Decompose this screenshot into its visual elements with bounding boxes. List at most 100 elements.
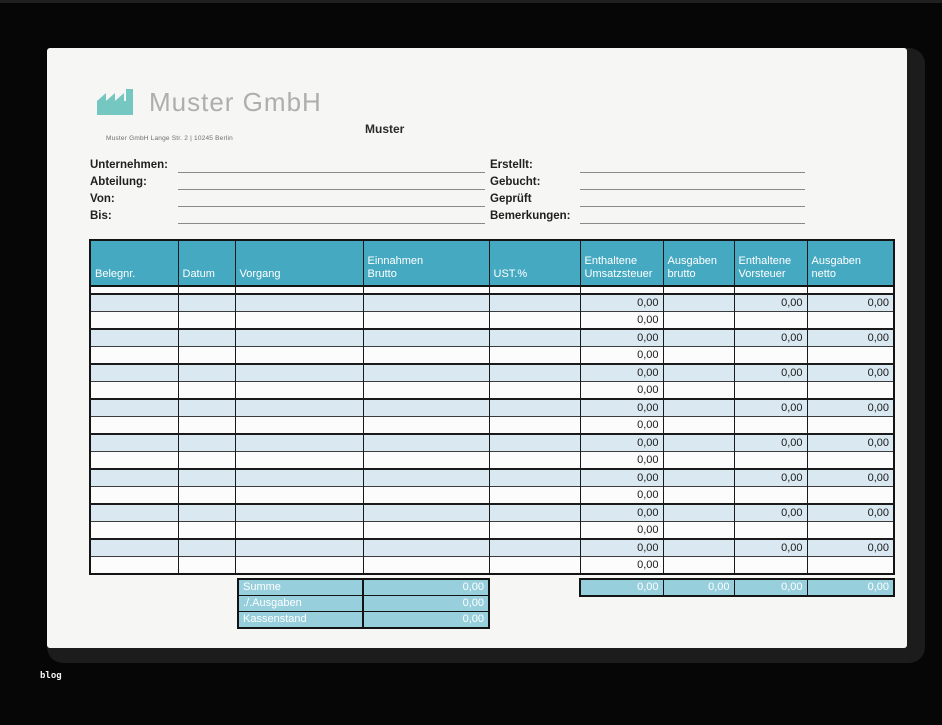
cell-ausgaben-brutto[interactable] (663, 286, 734, 294)
cell-ausgaben-brutto[interactable] (663, 522, 734, 540)
cell-ausgaben-netto[interactable] (807, 557, 894, 575)
cell-ausgaben-brutto[interactable] (663, 417, 734, 435)
ausgaben-value[interactable]: 0,00 (363, 596, 489, 612)
cell-einnahmen-brutto[interactable] (363, 434, 489, 452)
cell-ust[interactable] (489, 487, 580, 505)
cell-ausgaben-brutto[interactable] (663, 382, 734, 400)
cell-datum[interactable] (178, 312, 235, 330)
cell-ausgaben-netto[interactable]: 0,00 (807, 399, 894, 417)
cell-ausgaben-netto[interactable]: 0,00 (807, 469, 894, 487)
cell-belegnr[interactable] (90, 487, 178, 505)
cell-einnahmen-brutto[interactable] (363, 286, 489, 294)
cell-einnahmen-brutto[interactable] (363, 557, 489, 575)
cell-datum[interactable] (178, 399, 235, 417)
cell-vorgang[interactable] (235, 312, 363, 330)
cell-umsatzsteuer[interactable]: 0,00 (580, 522, 663, 540)
cell-ausgaben-netto[interactable] (807, 452, 894, 470)
von-field[interactable] (178, 192, 485, 207)
cell-vorgang[interactable] (235, 364, 363, 382)
cell-vorsteuer[interactable]: 0,00 (734, 399, 807, 417)
cell-ausgaben-netto[interactable] (807, 286, 894, 294)
cell-einnahmen-brutto[interactable] (363, 329, 489, 347)
cell-datum[interactable] (178, 329, 235, 347)
cell-umsatzsteuer[interactable]: 0,00 (580, 382, 663, 400)
cell-vorsteuer[interactable] (734, 452, 807, 470)
cell-vorsteuer[interactable]: 0,00 (734, 539, 807, 557)
cell-umsatzsteuer[interactable]: 0,00 (580, 347, 663, 365)
cell-ust[interactable] (489, 312, 580, 330)
cell-datum[interactable] (178, 347, 235, 365)
cell-ausgaben-netto[interactable] (807, 487, 894, 505)
cell-ausgaben-brutto[interactable] (663, 312, 734, 330)
cell-vorsteuer[interactable]: 0,00 (734, 504, 807, 522)
cell-vorgang[interactable] (235, 347, 363, 365)
cell-belegnr[interactable] (90, 434, 178, 452)
cell-ausgaben-brutto[interactable] (663, 434, 734, 452)
cell-ausgaben-brutto[interactable] (663, 452, 734, 470)
abteilung-field[interactable] (178, 175, 485, 190)
cell-vorgang[interactable] (235, 434, 363, 452)
cell-datum[interactable] (178, 469, 235, 487)
cell-belegnr[interactable] (90, 522, 178, 540)
cell-einnahmen-brutto[interactable] (363, 399, 489, 417)
cell-belegnr[interactable] (90, 469, 178, 487)
cell-umsatzsteuer[interactable]: 0,00 (580, 539, 663, 557)
cell-vorgang[interactable] (235, 417, 363, 435)
cell-vorsteuer[interactable] (734, 417, 807, 435)
cell-ausgaben-netto[interactable]: 0,00 (807, 364, 894, 382)
cell-vorgang[interactable] (235, 382, 363, 400)
cell-vorsteuer[interactable] (734, 522, 807, 540)
cell-vorgang[interactable] (235, 504, 363, 522)
cell-umsatzsteuer[interactable]: 0,00 (580, 312, 663, 330)
cell-vorgang[interactable] (235, 522, 363, 540)
cell-einnahmen-brutto[interactable] (363, 522, 489, 540)
cell-vorgang[interactable] (235, 557, 363, 575)
cell-ust[interactable] (489, 417, 580, 435)
cell-belegnr[interactable] (90, 286, 178, 294)
cell-ausgaben-netto[interactable] (807, 522, 894, 540)
cell-ausgaben-brutto[interactable] (663, 347, 734, 365)
cell-vorgang[interactable] (235, 487, 363, 505)
cell-umsatzsteuer[interactable]: 0,00 (580, 417, 663, 435)
cell-einnahmen-brutto[interactable] (363, 487, 489, 505)
cell-datum[interactable] (178, 487, 235, 505)
cell-vorgang[interactable] (235, 469, 363, 487)
bis-field[interactable] (178, 209, 485, 224)
cell-belegnr[interactable] (90, 504, 178, 522)
cell-ausgaben-brutto[interactable] (663, 557, 734, 575)
cell-ausgaben-brutto[interactable] (663, 469, 734, 487)
cell-ust[interactable] (489, 469, 580, 487)
gebucht-field[interactable] (580, 175, 805, 190)
cell-ausgaben-netto[interactable] (807, 417, 894, 435)
total-ausgaben-netto[interactable]: 0,00 (807, 579, 894, 596)
cell-umsatzsteuer[interactable]: 0,00 (580, 469, 663, 487)
cell-umsatzsteuer[interactable]: 0,00 (580, 557, 663, 575)
summe-value[interactable]: 0,00 (363, 579, 489, 596)
cell-umsatzsteuer[interactable]: 0,00 (580, 487, 663, 505)
cell-vorsteuer[interactable] (734, 487, 807, 505)
cell-ust[interactable] (489, 504, 580, 522)
cell-ausgaben-brutto[interactable] (663, 364, 734, 382)
cell-ust[interactable] (489, 329, 580, 347)
cell-einnahmen-brutto[interactable] (363, 347, 489, 365)
cell-ust[interactable] (489, 364, 580, 382)
cell-einnahmen-brutto[interactable] (363, 469, 489, 487)
cell-belegnr[interactable] (90, 539, 178, 557)
cell-einnahmen-brutto[interactable] (363, 452, 489, 470)
cell-ust[interactable] (489, 522, 580, 540)
cell-ausgaben-netto[interactable]: 0,00 (807, 434, 894, 452)
cell-datum[interactable] (178, 504, 235, 522)
cell-vorsteuer[interactable]: 0,00 (734, 469, 807, 487)
cell-einnahmen-brutto[interactable] (363, 312, 489, 330)
cell-ust[interactable] (489, 434, 580, 452)
cell-ausgaben-netto[interactable] (807, 312, 894, 330)
cell-ust[interactable] (489, 286, 580, 294)
cell-datum[interactable] (178, 539, 235, 557)
cell-vorsteuer[interactable] (734, 382, 807, 400)
cell-belegnr[interactable] (90, 364, 178, 382)
cell-ausgaben-netto[interactable]: 0,00 (807, 294, 894, 312)
cell-datum[interactable] (178, 294, 235, 312)
cell-umsatzsteuer[interactable]: 0,00 (580, 399, 663, 417)
cell-vorsteuer[interactable] (734, 557, 807, 575)
cell-ausgaben-netto[interactable]: 0,00 (807, 329, 894, 347)
